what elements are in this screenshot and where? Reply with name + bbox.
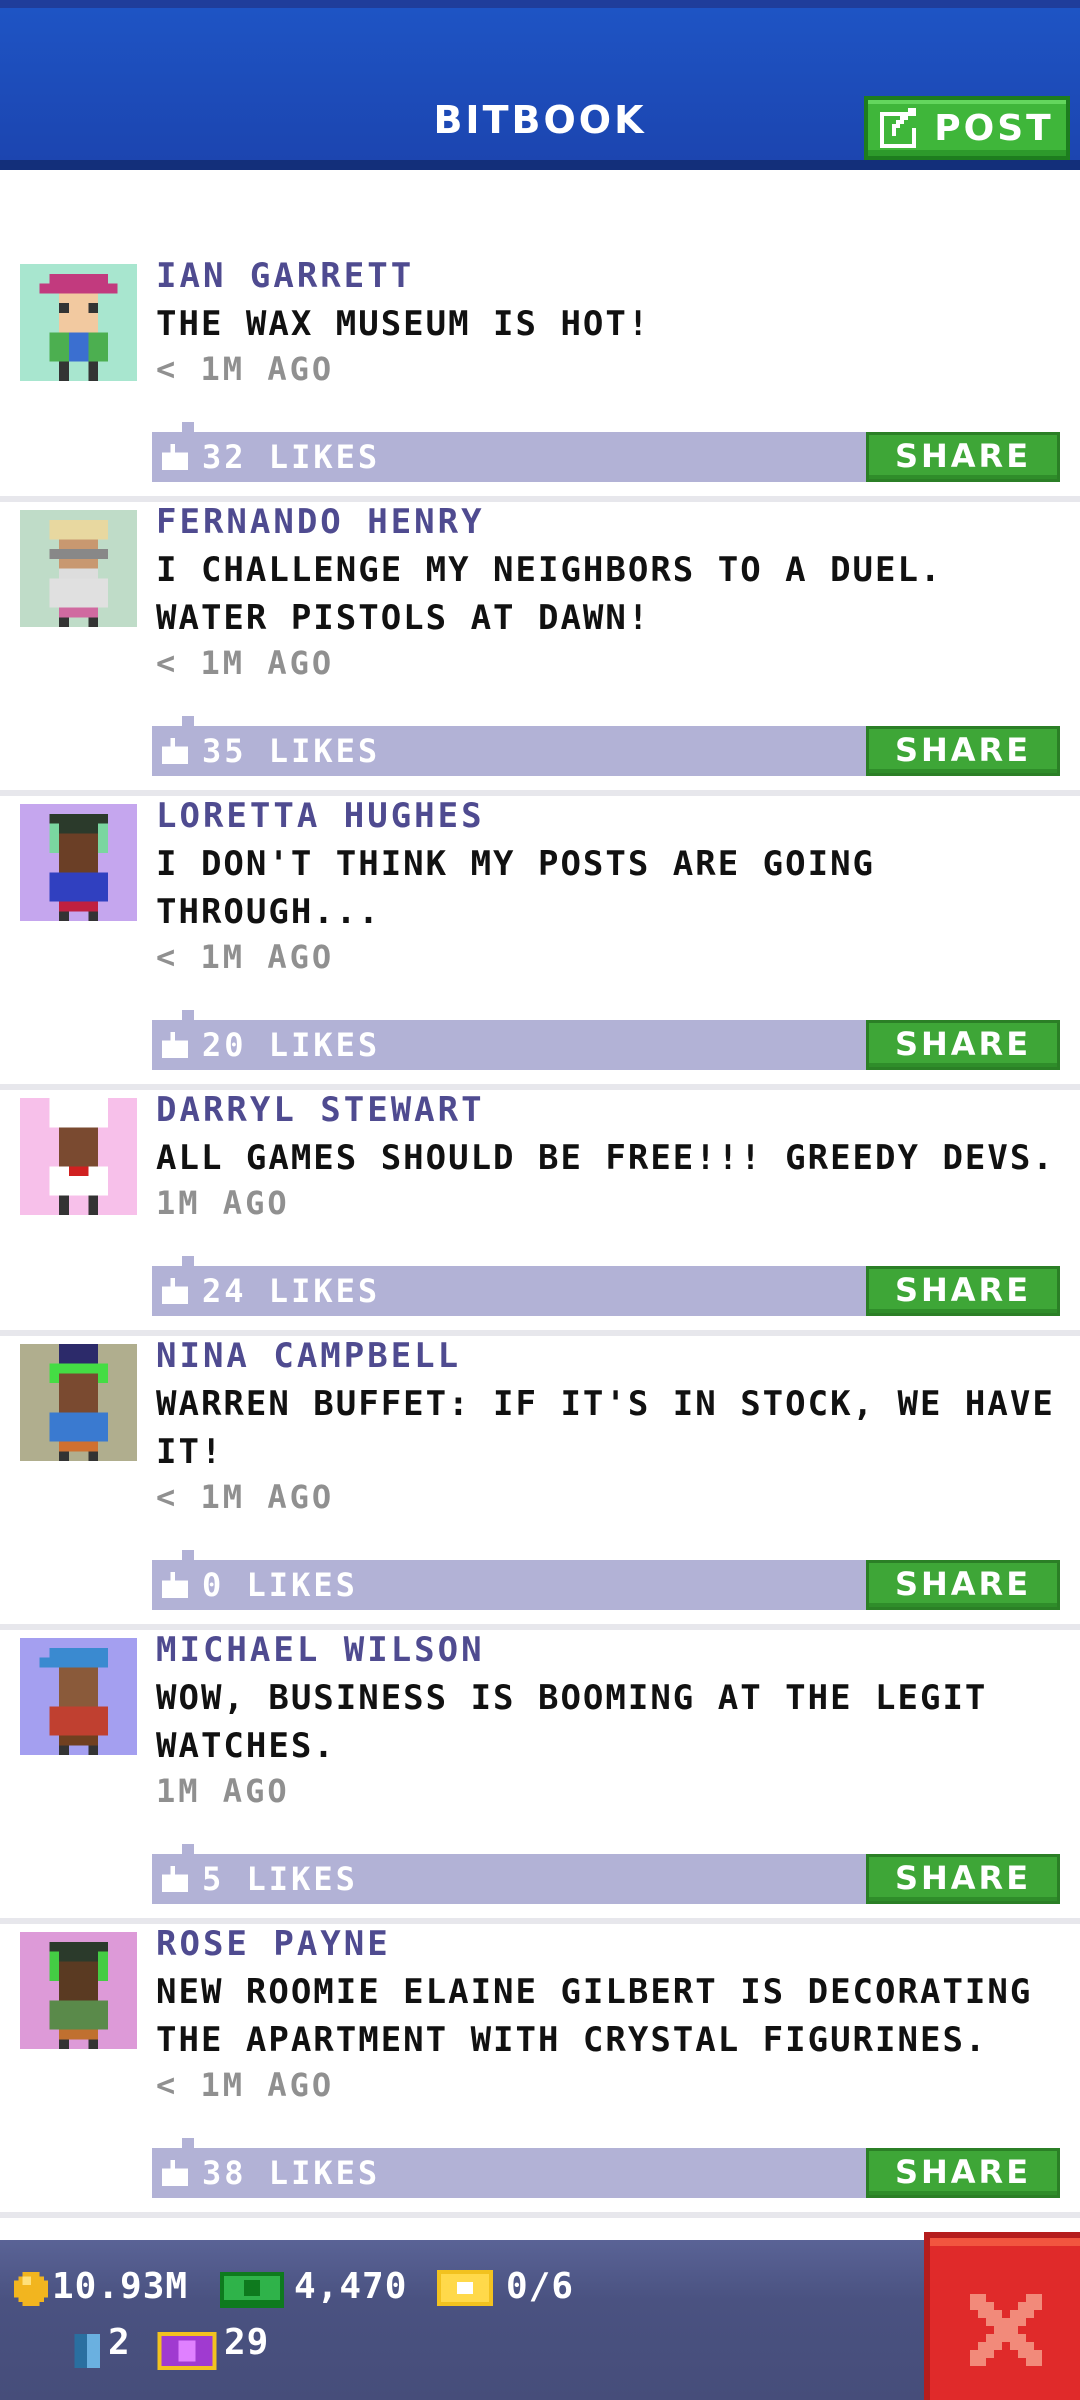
thumbs-up-icon: [162, 444, 188, 470]
hat-guy-avatar-icon: [20, 264, 137, 381]
post-message: ALL GAMES SHOULD BE FREE!!! GREEDY DEVS.: [156, 1138, 1055, 1178]
post-divider: [0, 2212, 1080, 2218]
post-message: WOW, BUSINESS IS BOOMING AT THE LEGIT WA…: [156, 1678, 988, 1766]
status-bar: 10.93M 4,470 0/6 2 29: [0, 2240, 1080, 2400]
post-author[interactable]: DARRYL STEWART: [156, 1090, 485, 1130]
post-message: I DON'T THINK MY POSTS ARE GOING THROUGH…: [156, 844, 876, 932]
feed[interactable]: IAN GARRETT THE WAX MUSEUM IS HOT! < 1M …: [0, 170, 1080, 2240]
likes-bar-tick: [182, 1010, 194, 1020]
cash-icon: [220, 2272, 284, 2308]
share-button[interactable]: SHARE: [866, 1020, 1060, 1070]
close-icon: [970, 2294, 1042, 2366]
headphones-woman-avatar-icon: [20, 804, 137, 921]
post-time: 1M AGO: [156, 1772, 290, 1810]
post-button[interactable]: POST: [864, 96, 1070, 160]
post-time: < 1M AGO: [156, 2066, 335, 2104]
thumbs-up-icon: [162, 1032, 188, 1058]
post-message: THE WAX MUSEUM IS HOT!: [156, 304, 651, 344]
chef-avatar-icon: [20, 1098, 137, 1215]
post-author[interactable]: IAN GARRETT: [156, 256, 414, 296]
likes-count: 0 LIKES: [202, 1566, 358, 1604]
post-author[interactable]: LORETTA HUGHES: [156, 796, 485, 836]
tickets-count: 0/6: [506, 2266, 575, 2307]
thumbs-up-icon: [162, 738, 188, 764]
post-message: I CHALLENGE MY NEIGHBORS TO A DUEL. WATE…: [156, 550, 943, 638]
likes-count: 38 LIKES: [202, 2154, 381, 2192]
thumbs-up-icon: [162, 2160, 188, 2186]
cap-guy-avatar-icon: [20, 1638, 137, 1755]
post-time: 1M AGO: [156, 1184, 290, 1222]
green-hair-avatar-icon: [20, 1344, 137, 1461]
share-button[interactable]: SHARE: [866, 1560, 1060, 1610]
old-man-avatar-icon: [20, 510, 137, 627]
elevator-count: 2: [108, 2322, 131, 2363]
compose-icon: [880, 108, 917, 148]
likes-bar-tick: [182, 716, 194, 726]
share-button[interactable]: SHARE: [866, 726, 1060, 776]
post-time: < 1M AGO: [156, 938, 335, 976]
thumbs-up-icon: [162, 1866, 188, 1892]
likes-bar-tick: [182, 1256, 194, 1266]
post-author[interactable]: FERNANDO HENRY: [156, 502, 485, 542]
post-author[interactable]: MICHAEL WILSON: [156, 1630, 485, 1670]
share-button[interactable]: SHARE: [866, 2148, 1060, 2198]
post-author[interactable]: ROSE PAYNE: [156, 1924, 391, 1964]
post-button-label: POST: [934, 107, 1054, 149]
likes-count: 5 LIKES: [202, 1860, 358, 1898]
likes-bar-tick: [182, 422, 194, 432]
post-message: NEW ROOMIE ELAINE GILBERT IS DECORATING …: [156, 1972, 1033, 2060]
likes-count: 24 LIKES: [202, 1272, 381, 1310]
post-author[interactable]: NINA CAMPBELL: [156, 1336, 461, 1376]
likes-count: 32 LIKES: [202, 438, 381, 476]
post-time: < 1M AGO: [156, 644, 335, 682]
likes-bar-tick: [182, 2138, 194, 2148]
app-header: BITBOOK POST: [0, 0, 1080, 170]
post-message: WARREN BUFFET: IF IT'S IN STOCK, WE HAVE…: [156, 1384, 1055, 1472]
post-time: < 1M AGO: [156, 1478, 335, 1516]
headset-woman-avatar-icon: [20, 1932, 137, 2049]
bux-icon: [157, 2332, 217, 2370]
thumbs-up-icon: [162, 1572, 188, 1598]
share-button[interactable]: SHARE: [866, 432, 1060, 482]
cash-count: 4,470: [294, 2266, 408, 2307]
likes-bar-tick: [182, 1844, 194, 1854]
post-time: < 1M AGO: [156, 350, 335, 388]
close-button[interactable]: [924, 2232, 1080, 2400]
ticket-icon: [437, 2270, 493, 2306]
elevator-icon: [74, 2334, 100, 2368]
share-button[interactable]: SHARE: [866, 1854, 1060, 1904]
coins-count: 10.93M: [52, 2266, 189, 2307]
likes-bar-tick: [182, 1550, 194, 1560]
likes-count: 20 LIKES: [202, 1026, 381, 1064]
coin-icon: [14, 2272, 48, 2306]
bux-count: 29: [224, 2322, 270, 2363]
likes-count: 35 LIKES: [202, 732, 381, 770]
share-button[interactable]: SHARE: [866, 1266, 1060, 1316]
thumbs-up-icon: [162, 1278, 188, 1304]
